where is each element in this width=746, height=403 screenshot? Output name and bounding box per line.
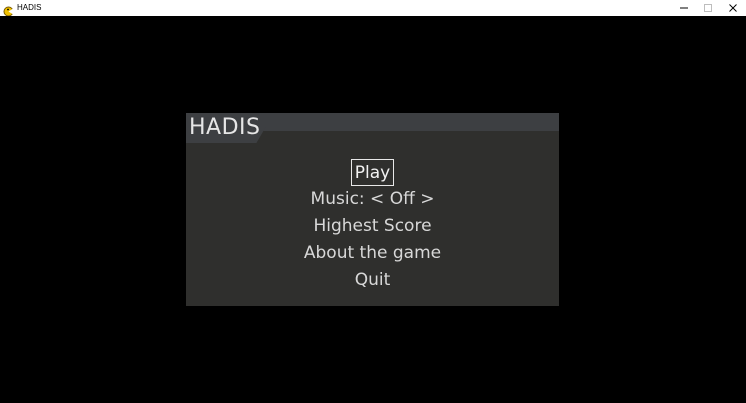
minimize-icon (680, 7, 688, 9)
menu-item-highest-score[interactable]: Highest Score (186, 215, 559, 237)
window-titlebar[interactable]: HADIS (0, 0, 746, 17)
window-title: HADIS (17, 3, 42, 12)
minimize-button[interactable] (672, 0, 696, 16)
menu-item-play[interactable]: Play (186, 159, 559, 186)
menu-item-highest-score-label: Highest Score (313, 216, 432, 236)
maximize-button[interactable] (696, 0, 720, 16)
menu-item-about[interactable]: About the game (186, 242, 559, 264)
app-icon (3, 2, 15, 17)
menu-item-quit[interactable]: Quit (186, 269, 559, 291)
menu-item-music-label: Music: < Off > (310, 189, 435, 209)
close-icon (729, 4, 737, 12)
menu-item-play-label: Play (350, 159, 395, 186)
maximize-icon (704, 4, 712, 12)
close-button[interactable] (721, 0, 745, 16)
menu-item-about-label: About the game (303, 243, 442, 263)
menu-title: HADIS (189, 115, 261, 140)
menu-item-quit-label: Quit (354, 270, 391, 290)
menu-item-music[interactable]: Music: < Off > (186, 188, 559, 210)
main-menu-panel: HADIS Play Music: < Off > Highest Score … (186, 113, 559, 306)
